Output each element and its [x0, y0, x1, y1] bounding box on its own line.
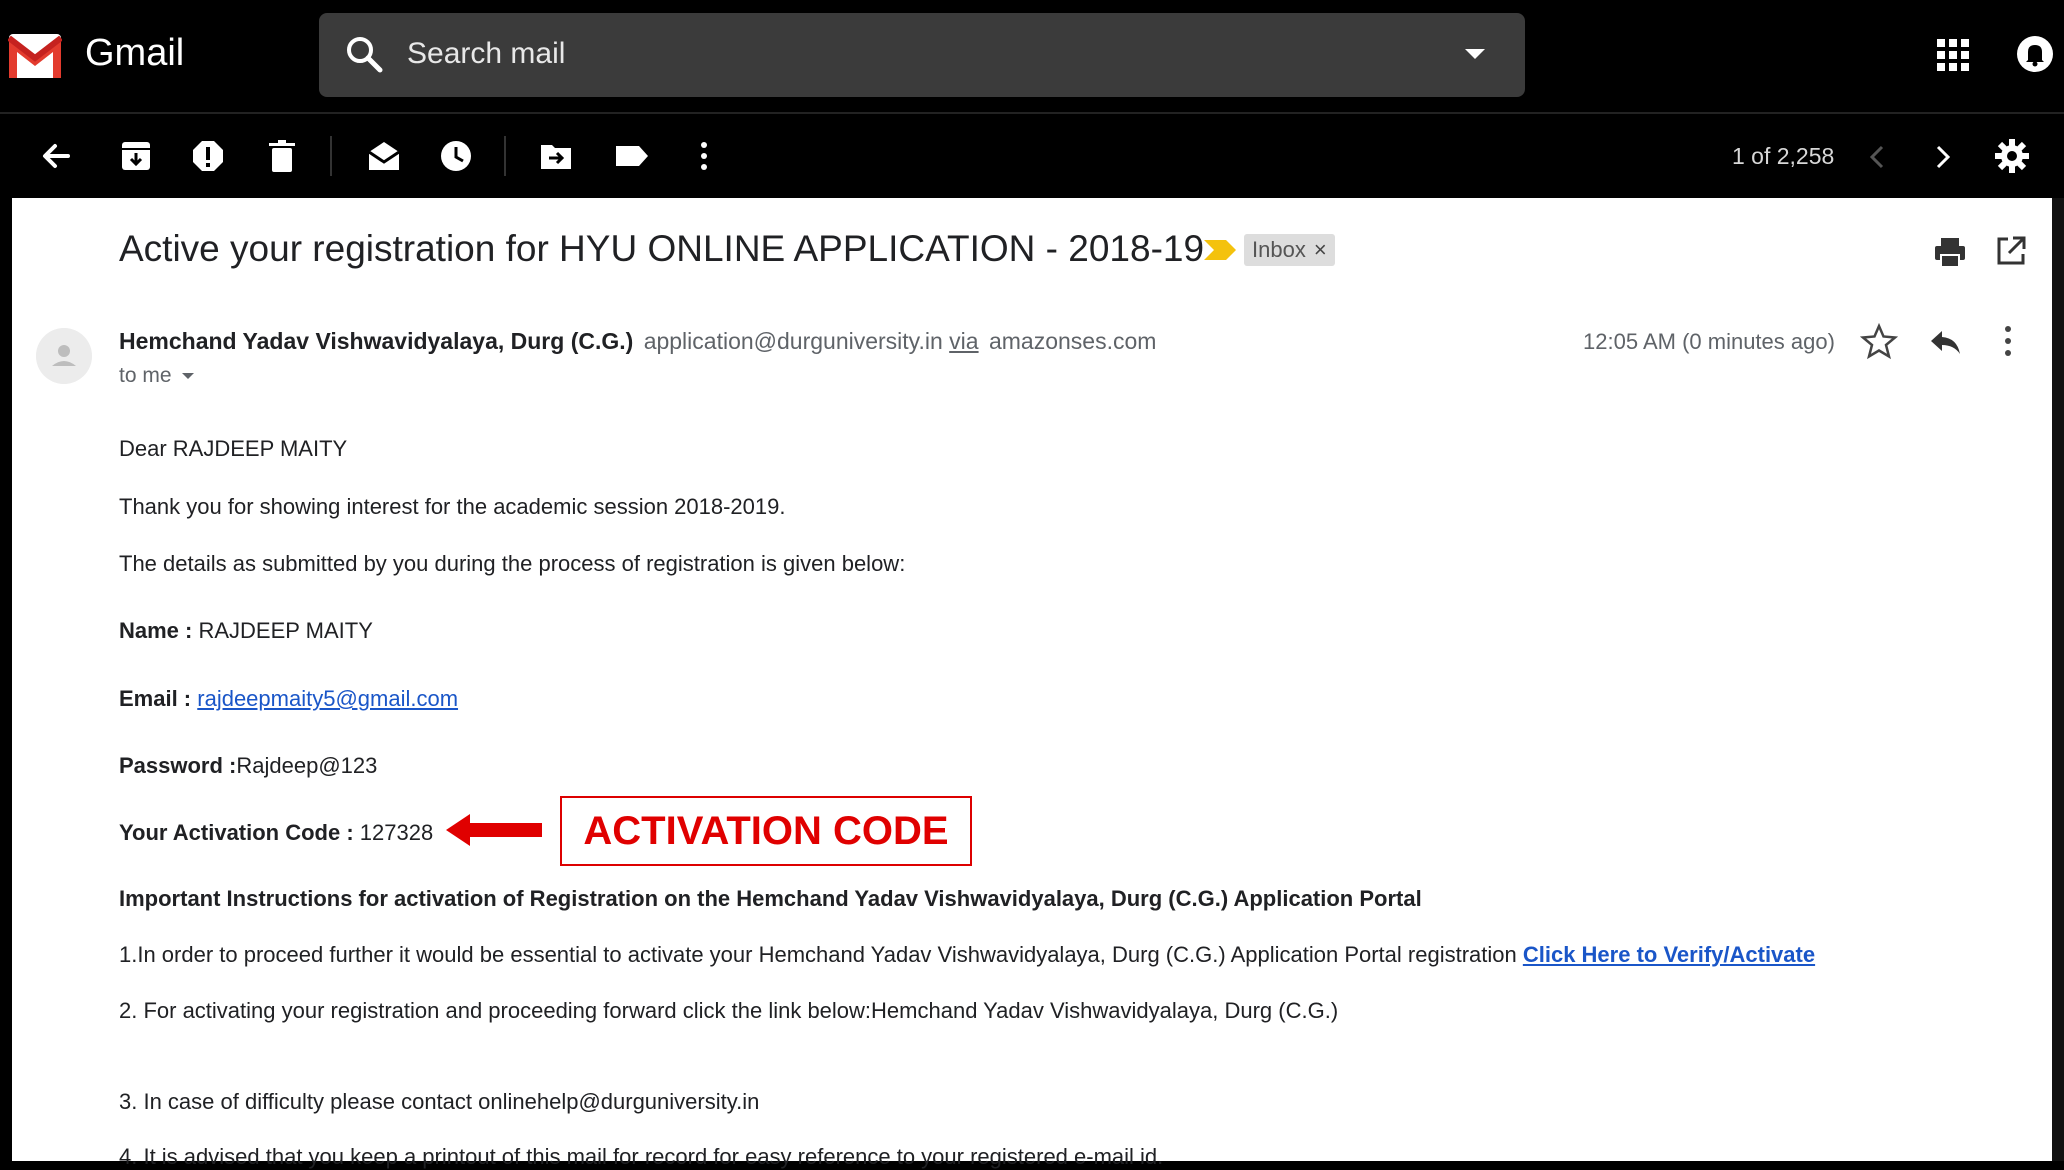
body-line: The details as submitted by you during t… [119, 551, 906, 576]
password-label: Password : [119, 753, 237, 778]
search-icon[interactable] [343, 33, 387, 77]
email-label: Email : [119, 686, 192, 711]
name-value: RAJDEEP MAITY [192, 618, 373, 643]
instruction-1: 1.In order to proceed further it would b… [119, 942, 1815, 968]
instructions-heading: Important Instructions for activation of… [119, 886, 1422, 912]
recipient-details-toggle[interactable]: to me [119, 364, 194, 388]
label-tag-icon[interactable] [612, 136, 652, 176]
toolbar-separator [330, 136, 332, 176]
sender-avatar-icon [36, 328, 92, 384]
via-domain: amazonses.com [988, 328, 1157, 354]
pagination-count: 1 of 2,258 [1732, 143, 1835, 169]
email-link[interactable]: rajdeepmaity5@gmail.com [197, 686, 458, 711]
snooze-clock-icon[interactable] [436, 136, 476, 176]
instruction-2: 2. For activating your registration and … [119, 998, 1339, 1023]
mark-unread-icon[interactable] [364, 136, 404, 176]
password-row: Password :Rajdeep@123 [119, 753, 377, 779]
name-label: Name : [119, 618, 193, 643]
search-options-chevron-down-icon[interactable] [1465, 49, 1485, 59]
red-arrow-left-icon [446, 814, 542, 846]
reply-icon[interactable] [1926, 322, 1964, 360]
scrollbar[interactable] [2052, 198, 2064, 1161]
activation-code-row: Your Activation Code : 127328 [119, 820, 433, 846]
activation-code-value: 127328 [353, 820, 434, 845]
instruction-1-text: 1.In order to proceed further it would b… [119, 942, 1523, 967]
archive-icon[interactable] [116, 136, 156, 176]
body-line: Thank you for showing interest for the a… [119, 494, 786, 519]
move-to-folder-icon[interactable] [536, 136, 576, 176]
toolbar-separator [504, 136, 506, 176]
instruction-3: 3. In case of difficulty please contact … [119, 1089, 760, 1114]
message-subject: Active your registration for HYU ONLINE … [119, 228, 1205, 269]
delete-trash-icon[interactable] [262, 136, 302, 176]
back-arrow-icon[interactable] [36, 136, 76, 176]
via-link[interactable]: via [949, 328, 978, 354]
password-value: Rajdeep@123 [236, 753, 378, 778]
remove-label-close-icon[interactable]: × [1314, 237, 1327, 262]
notifications-bell-icon[interactable] [2016, 35, 2054, 73]
more-vert-icon[interactable] [684, 136, 724, 176]
name-row: Name : RAJDEEP MAITY [119, 618, 373, 644]
verify-activate-link[interactable]: Click Here to Verify/Activate [1523, 942, 1815, 967]
search-bar[interactable]: Search mail [319, 13, 1525, 97]
gmail-wordmark[interactable]: Gmail [85, 32, 184, 75]
sender-name[interactable]: Hemchand Yadav Vishwavidyalaya, Durg (C.… [119, 328, 633, 354]
instruction-4: 4. It is advised that you keep a printou… [119, 1144, 1164, 1169]
email-row: Email : rajdeepmaity5@gmail.com [119, 686, 458, 712]
activation-code-label: Your Activation Code : [119, 820, 354, 845]
activation-code-callout: ACTIVATION CODE [560, 796, 972, 866]
newer-chevron-right-icon[interactable] [1928, 140, 1958, 174]
star-icon[interactable] [1860, 322, 1898, 360]
report-spam-icon[interactable] [188, 136, 228, 176]
label-text: Inbox [1252, 237, 1306, 262]
sender-email: application@durguniversity.in [643, 328, 943, 354]
print-icon[interactable] [1932, 234, 1968, 270]
message-timestamp: 12:05 AM (0 minutes ago) [1583, 329, 1835, 354]
gmail-logo-icon[interactable] [8, 30, 62, 82]
importance-marker-icon[interactable] [1202, 238, 1238, 262]
settings-gear-icon[interactable] [1992, 136, 2032, 176]
message-toolbar: 1 of 2,258 [0, 112, 2064, 200]
to-me-label: to me [119, 364, 172, 387]
apps-grid-icon[interactable] [1936, 38, 1970, 72]
older-chevron-left-icon[interactable] [1862, 140, 1892, 174]
top-header: Gmail Search mail [0, 0, 2064, 110]
search-input[interactable]: Search mail [407, 37, 565, 71]
chevron-down-icon[interactable] [181, 373, 194, 380]
greeting: Dear RAJDEEP MAITY [119, 436, 348, 461]
sender-info: Hemchand Yadav Vishwavidyalaya, Durg (C.… [119, 328, 1156, 355]
inbox-label-chip: Inbox × [1244, 234, 1335, 266]
more-vert-icon[interactable] [2002, 322, 2014, 360]
message-view: Active your registration for HYU ONLINE … [12, 198, 2052, 1169]
instructions-heading-text: Important Instructions for activation of… [119, 886, 1422, 911]
open-in-new-window-icon[interactable] [1994, 234, 2028, 268]
